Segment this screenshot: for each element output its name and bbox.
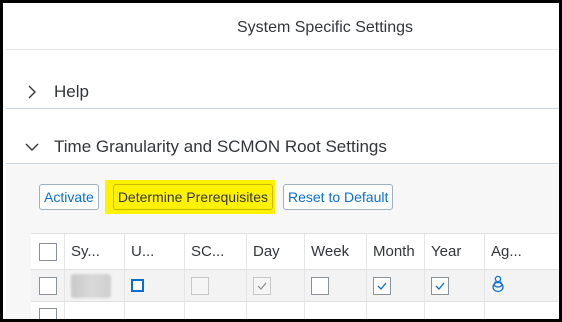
u-checkbox[interactable] xyxy=(131,279,144,292)
column-header[interactable]: SC... xyxy=(185,234,247,269)
row-select-checkbox[interactable] xyxy=(38,276,57,295)
u-cell xyxy=(125,302,185,319)
column-header[interactable]: Sy... xyxy=(65,234,125,269)
ag-cell xyxy=(485,302,539,319)
sc-cell xyxy=(185,270,247,301)
help-panel-header[interactable]: Help xyxy=(6,75,559,109)
table-row[interactable] xyxy=(31,270,559,302)
u-cell xyxy=(125,270,185,301)
activate-button[interactable]: Activate xyxy=(39,184,99,210)
chevron-right-icon[interactable] xyxy=(24,84,40,100)
time-granularity-panel-header[interactable]: Time Granularity and SCMON Root Settings xyxy=(6,130,559,164)
chevron-down-icon[interactable] xyxy=(24,139,40,155)
row-select-cell xyxy=(31,302,65,319)
dialog-title: System Specific Settings xyxy=(236,18,414,36)
column-header[interactable]: Ag... xyxy=(485,234,539,269)
month-cell xyxy=(367,270,425,301)
table-toolbar: Activate Determine Prerequisites Reset t… xyxy=(31,179,394,215)
system-cell xyxy=(65,270,125,301)
year-checkbox[interactable] xyxy=(431,276,449,295)
ag-cell xyxy=(485,270,539,301)
table-header-row: Sy... U... SC... Day Week Month Year Ag.… xyxy=(31,234,559,270)
time-granularity-panel-title: Time Granularity and SCMON Root Settings xyxy=(54,136,387,156)
day-checkbox xyxy=(253,276,271,295)
dialog-frame: System Specific Settings Help Time Granu… xyxy=(0,0,562,322)
row-select-cell xyxy=(31,270,65,301)
month-checkbox[interactable] xyxy=(373,276,391,295)
week-cell xyxy=(305,270,367,301)
highlight-marker: Determine Prerequisites xyxy=(104,180,275,214)
sc-cell xyxy=(185,302,247,319)
person-icon[interactable] xyxy=(491,275,505,297)
column-header[interactable]: Day xyxy=(247,234,305,269)
column-header[interactable]: Year xyxy=(425,234,485,269)
select-all-checkbox[interactable] xyxy=(38,242,57,261)
row-select-checkbox[interactable] xyxy=(38,307,57,319)
day-cell xyxy=(247,270,305,301)
help-panel-title: Help xyxy=(54,81,89,101)
dialog-header: System Specific Settings xyxy=(6,6,559,50)
day-cell xyxy=(247,302,305,319)
redacted-system-value xyxy=(71,273,111,298)
week-checkbox[interactable] xyxy=(311,276,329,295)
system-cell xyxy=(65,302,125,319)
settings-table: Sy... U... SC... Day Week Month Year Ag.… xyxy=(31,233,559,319)
table-row xyxy=(31,302,559,319)
determine-prerequisites-button[interactable]: Determine Prerequisites xyxy=(112,184,273,210)
select-all-cell xyxy=(31,234,65,269)
year-cell xyxy=(425,270,485,301)
sc-checkbox xyxy=(191,276,209,295)
year-cell xyxy=(425,302,485,319)
column-header[interactable]: U... xyxy=(125,234,185,269)
week-cell xyxy=(305,302,367,319)
month-cell xyxy=(367,302,425,319)
reset-to-default-button[interactable]: Reset to Default xyxy=(282,184,394,210)
column-header[interactable]: Month xyxy=(367,234,425,269)
column-header[interactable]: Week xyxy=(305,234,367,269)
